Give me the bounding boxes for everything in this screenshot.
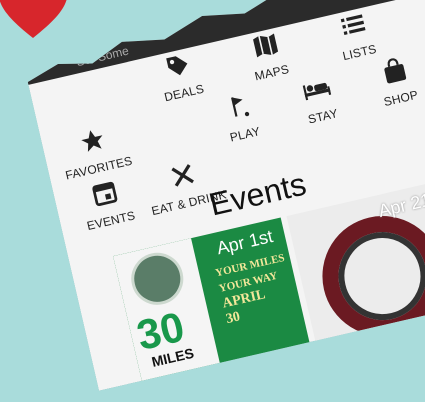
- nav-label: STAY: [306, 106, 340, 127]
- nav-label: LISTS: [341, 41, 378, 64]
- nav-label: EVENTS: [85, 208, 137, 234]
- heart-icon: [0, 0, 67, 38]
- bed-icon: [299, 73, 334, 105]
- event-tagline: YOUR MILES YOUR WAY APRIL 30: [214, 251, 286, 328]
- nav-label: DEALS: [162, 81, 206, 105]
- list-icon: [338, 10, 369, 41]
- utensils-icon: [167, 160, 198, 191]
- golf-flag-icon: [223, 91, 254, 122]
- event-date: Apr 21st: [376, 186, 425, 221]
- tag-icon: [162, 50, 193, 81]
- event-card[interactable]: 30 MILES YOUR MILES YOUR WAY APRIL 30 Ap…: [113, 217, 312, 392]
- shopping-bag-icon: [379, 55, 410, 86]
- map-icon: [250, 30, 281, 61]
- nav-label: MAPS: [253, 61, 291, 84]
- event-card[interactable]: Apr 21st: [286, 178, 425, 353]
- star-icon: [77, 125, 108, 156]
- nav-label: SHOP: [382, 87, 420, 110]
- calendar-icon: [89, 178, 120, 209]
- app-screen: Sor Some DEALS MAPS LISTS FAVORITES PLAY…: [18, 0, 425, 391]
- event-image: 30 MILES: [113, 238, 222, 392]
- seal-logo: [126, 248, 188, 310]
- nav-label: PLAY: [228, 124, 262, 145]
